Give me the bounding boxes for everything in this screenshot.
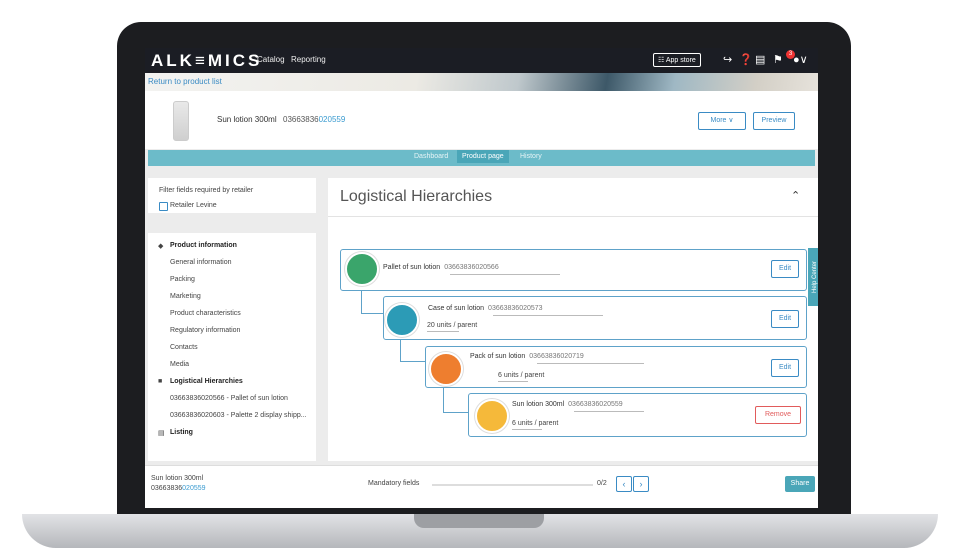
preview-button[interactable]: Preview	[753, 112, 795, 130]
truck-icon: ■	[158, 378, 163, 385]
pack-icon	[429, 352, 463, 386]
app-store-button[interactable]: ☷ App store	[653, 53, 701, 67]
footer-bar	[145, 465, 818, 508]
pallet-gtin-underline	[450, 274, 560, 275]
sidebar-item-media[interactable]: Media	[170, 361, 189, 368]
listing-icon: ▤	[158, 430, 165, 437]
pack-units: 6 units / parent	[498, 372, 545, 379]
pack-label: Pack of sun lotion 03663836020719	[470, 353, 584, 360]
case-icon	[385, 303, 419, 337]
sidebar-item-packing[interactable]: Packing	[170, 276, 195, 283]
previous-field-button[interactable]: ‹	[616, 476, 632, 492]
collapse-chevron-icon[interactable]: ⌃	[791, 189, 800, 202]
hierarchy-connector	[443, 384, 470, 413]
case-units: 20 units / parent	[427, 322, 478, 329]
page-tabs: Dashboard Product page History	[148, 150, 815, 166]
section-title: Logistical Hierarchies	[340, 188, 493, 205]
hierarchy-card-case	[383, 296, 807, 340]
sidebar-item-product-characteristics[interactable]: Product characteristics	[170, 310, 241, 317]
bottle-icon	[475, 399, 509, 433]
mandatory-fields-label: Mandatory fields	[368, 480, 420, 487]
logout-icon[interactable]: ↪	[723, 53, 732, 66]
sidebar-product-information[interactable]: Product information	[170, 242, 237, 249]
sidebar-item-regulatory-information[interactable]: Regulatory information	[170, 327, 240, 334]
sidebar-listing[interactable]: Listing	[170, 429, 193, 436]
user-menu-icon[interactable]: ●∨	[793, 53, 808, 66]
share-button[interactable]: Share	[785, 476, 815, 492]
unit-label: Sun lotion 300ml 03663836020559	[512, 401, 623, 408]
case-gtin-underline	[493, 315, 603, 316]
sidebar-item-palette-display[interactable]: 03663836020603 - Palette 2 display shipp…	[170, 412, 307, 419]
retailer-checkbox[interactable]	[159, 202, 168, 211]
unit-units: 6 units / parent	[512, 420, 559, 427]
tab-dashboard[interactable]: Dashboard	[414, 153, 448, 160]
footer-product-gtin: 03663836020559	[151, 485, 206, 492]
notifications-icon[interactable]: ⚑	[773, 53, 783, 66]
tab-product-page[interactable]: Product page	[457, 150, 509, 163]
nav-reporting[interactable]: Reporting	[291, 55, 326, 64]
brand-logo[interactable]: ALK≡MICS	[151, 51, 262, 71]
section-divider	[328, 216, 818, 217]
unit-units-underline	[512, 429, 542, 430]
more-button[interactable]: More ∨	[698, 112, 746, 130]
product-gtin: 03663836020559	[283, 115, 346, 124]
edit-pallet-button[interactable]: Edit	[771, 260, 799, 278]
sidebar-item-marketing[interactable]: Marketing	[170, 293, 201, 300]
case-units-underline	[427, 331, 459, 332]
pallet-icon	[345, 252, 379, 286]
edit-pack-button[interactable]: Edit	[771, 359, 799, 377]
app-screen: ALK≡MICS Catalog Reporting ☷ App store ↪…	[145, 48, 818, 508]
help-icon[interactable]: ❓	[739, 53, 753, 66]
product-name: Sun lotion 300ml	[217, 115, 277, 124]
filter-title: Filter fields required by retailer	[159, 187, 254, 194]
pack-gtin-underline	[537, 363, 644, 364]
tag-icon: ◆	[158, 243, 164, 250]
top-navigation-bar: ALK≡MICS Catalog Reporting ☷ App store ↪…	[145, 48, 818, 73]
unit-gtin-underline	[574, 411, 644, 412]
tab-history[interactable]: History	[520, 153, 542, 160]
laptop-notch	[414, 514, 544, 528]
sidebar-item-contacts[interactable]: Contacts	[170, 344, 198, 351]
sidebar-logistical-hierarchies[interactable]: Logistical Hierarchies	[170, 378, 243, 385]
help-center-tab[interactable]: Help Center	[808, 248, 818, 306]
footer-product-name: Sun lotion 300ml	[151, 475, 204, 482]
sidebar-item-general-information[interactable]: General information	[170, 259, 231, 266]
mandatory-progress-bar	[432, 484, 593, 486]
product-thumbnail	[173, 101, 189, 141]
retailer-label[interactable]: Retailer Levine	[170, 202, 217, 209]
remove-unit-button[interactable]: Remove	[755, 406, 801, 424]
edit-case-button[interactable]: Edit	[771, 310, 799, 328]
next-field-button[interactable]: ›	[633, 476, 649, 492]
pallet-label: Pallet of sun lotion 03663836020566	[383, 264, 499, 271]
chat-icon[interactable]: ▤	[755, 53, 765, 66]
case-label: Case of sun lotion 03663836020573	[428, 305, 543, 312]
mandatory-fields-count: 0/2	[597, 480, 607, 487]
sidebar-item-pallet[interactable]: 03663836020566 - Pallet of sun lotion	[170, 395, 288, 402]
nav-catalog[interactable]: Catalog	[257, 55, 285, 64]
pack-units-underline	[498, 381, 528, 382]
return-to-product-list-link[interactable]: Return to product list	[148, 77, 222, 86]
